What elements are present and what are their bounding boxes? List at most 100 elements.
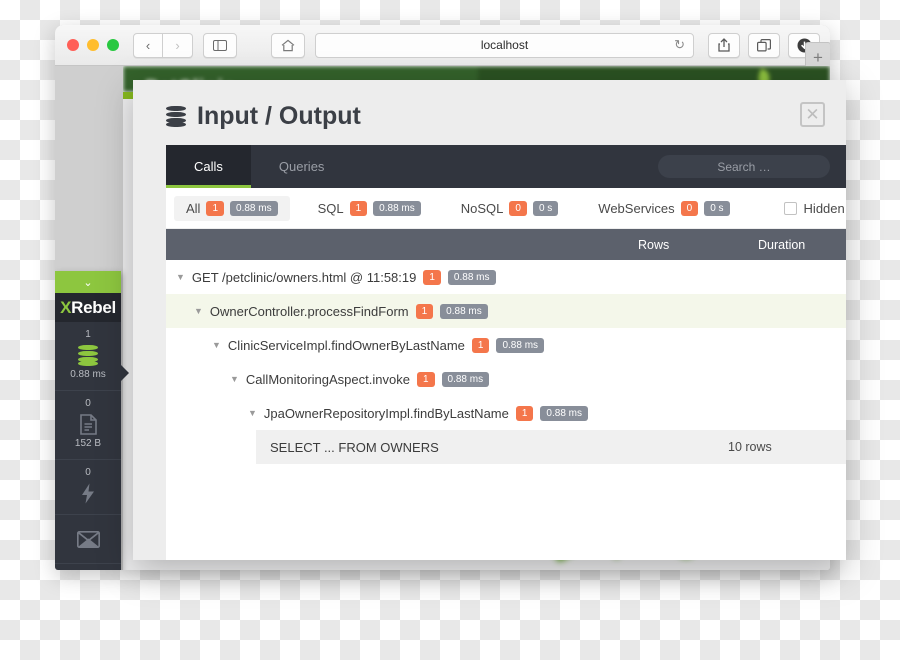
chevron-down-icon[interactable]: ▼: [248, 409, 257, 418]
reload-button[interactable]: ↻: [674, 37, 685, 53]
filter-webservices[interactable]: WebServices 0 0 s: [586, 196, 741, 221]
window-controls: [67, 39, 119, 51]
maximize-window-button[interactable]: [107, 39, 119, 51]
filter-bar: All 1 0.88 ms SQL 1 0.88 ms NoSQL 0 0 s …: [166, 188, 846, 229]
table-header: Rows Duration: [166, 229, 846, 260]
dialog-title-bar: Input / Output: [133, 80, 846, 145]
table-row[interactable]: ▼ ClinicServiceImpl.findOwnerByLastName …: [166, 328, 846, 362]
close-window-button[interactable]: [67, 39, 79, 51]
url-text: localhost: [481, 38, 528, 52]
column-header-rows: Rows: [638, 238, 669, 252]
tree-node-count: 1: [472, 338, 490, 353]
tree-node-duration: 0.88 ms: [442, 372, 490, 387]
chevron-down-icon[interactable]: ▼: [194, 307, 203, 316]
xrebel-active-pointer: [120, 364, 129, 382]
hidden-items-toggle[interactable]: Hidden items 0: [784, 201, 846, 216]
hidden-items-checkbox[interactable]: [784, 202, 797, 215]
tree-node-duration: 0.88 ms: [448, 270, 496, 285]
tree-node-duration: 0.88 ms: [440, 304, 488, 319]
dialog-content: Calls Queries Search … All 1 0.88 ms SQL…: [166, 145, 846, 560]
xrebel-db-value: 0.88 ms: [55, 368, 121, 382]
tree-node-label: ClinicServiceImpl.findOwnerByLastName: [228, 338, 465, 353]
filter-sql[interactable]: SQL 1 0.88 ms: [306, 196, 433, 221]
xrebel-doc-value: 152 B: [55, 437, 121, 451]
tree-node-duration: 0.88 ms: [540, 406, 588, 421]
sql-statement-rows: 10 rows: [728, 440, 772, 454]
address-bar[interactable]: localhost ↻: [315, 33, 694, 58]
tabs-icon: [757, 39, 771, 52]
screenshot-root: ‹ › localhost ↻: [0, 0, 900, 660]
tab-queries[interactable]: Queries: [251, 145, 353, 188]
back-button[interactable]: ‹: [133, 33, 163, 58]
tree-node-label: OwnerController.processFindForm: [210, 304, 409, 319]
xrebel-metric-database[interactable]: 1 0.88 ms: [55, 322, 121, 391]
share-icon: [718, 38, 730, 52]
xrebel-logo-rebel: Rebel: [71, 298, 116, 318]
close-dialog-button[interactable]: ✕: [800, 102, 825, 127]
database-icon: [166, 106, 186, 127]
table-row[interactable]: ▼ CallMonitoringAspect.invoke 1 0.88 ms: [166, 362, 846, 396]
xrebel-metric-document[interactable]: 0 152 B: [55, 391, 121, 460]
table-row[interactable]: SELECT ... FROM OWNERS 10 rows 0: [166, 430, 846, 464]
toolbar-actions: [708, 33, 820, 58]
xrebel-logo: XRebel: [55, 293, 121, 322]
table-row[interactable]: ▼ OwnerController.processFindForm 1 0.88…: [166, 294, 846, 328]
home-button[interactable]: [271, 33, 305, 58]
filter-sql-count: 1: [350, 201, 368, 216]
search-input[interactable]: Search …: [658, 155, 830, 178]
tree-node-count: 1: [423, 270, 441, 285]
browser-titlebar: ‹ › localhost ↻: [55, 25, 830, 66]
xrebel-settings-button[interactable]: [55, 564, 121, 570]
tab-calls[interactable]: Calls: [166, 145, 251, 188]
filter-nosql-label: NoSQL: [461, 201, 504, 216]
filter-all-count: 1: [206, 201, 224, 216]
filter-sql-label: SQL: [318, 201, 344, 216]
navigation-buttons: ‹ ›: [133, 33, 193, 58]
column-header-duration: Duration: [758, 238, 805, 252]
sql-statement-row[interactable]: SELECT ... FROM OWNERS 10 rows 0: [256, 430, 846, 464]
input-output-dialog: Input / Output ✕ Calls Queries Search … …: [133, 80, 846, 560]
tree-node-duration: 0.88 ms: [496, 338, 544, 353]
xrebel-db-count: 1: [55, 328, 121, 342]
chevron-down-icon[interactable]: ▼: [176, 273, 185, 282]
chevron-down-icon[interactable]: ▼: [212, 341, 221, 350]
minimize-window-button[interactable]: [87, 39, 99, 51]
envelope-icon: [77, 531, 100, 548]
forward-button[interactable]: ›: [163, 33, 193, 58]
filter-nosql[interactable]: NoSQL 0 0 s: [449, 196, 571, 221]
tree-node-label: CallMonitoringAspect.invoke: [246, 372, 410, 387]
tree-node-label: JpaOwnerRepositoryImpl.findByLastName: [264, 406, 509, 421]
tree-node-count: 1: [516, 406, 534, 421]
xrebel-panel: ⌄ XRebel 1 0.88 ms 0: [55, 271, 121, 570]
filter-all-label: All: [186, 201, 200, 216]
hidden-items-label: Hidden items: [804, 201, 846, 216]
chevron-down-icon[interactable]: ▼: [230, 375, 239, 384]
xrebel-exc-count: 0: [55, 466, 121, 480]
xrebel-metric-exceptions[interactable]: 0: [55, 460, 121, 515]
dialog-footer: [166, 498, 846, 560]
table-row[interactable]: ▼ JpaOwnerRepositoryImpl.findByLastName …: [166, 396, 846, 430]
tree-node-count: 1: [417, 372, 435, 387]
filter-all[interactable]: All 1 0.88 ms: [174, 196, 290, 221]
filter-nosql-duration: 0 s: [533, 201, 558, 216]
tab-overview-button[interactable]: [748, 33, 780, 58]
filter-webservices-duration: 0 s: [704, 201, 729, 216]
xrebel-logo-x: X: [60, 298, 71, 318]
tree-node-count: 1: [416, 304, 434, 319]
xrebel-mail-button[interactable]: [55, 515, 121, 564]
document-icon: [80, 414, 97, 435]
filter-webservices-label: WebServices: [598, 201, 674, 216]
xrebel-collapse-button[interactable]: ⌄: [55, 271, 121, 293]
database-icon: [55, 342, 121, 368]
share-button[interactable]: [708, 33, 740, 58]
sidebar-icon: [213, 40, 227, 51]
dialog-title: Input / Output: [197, 102, 361, 131]
sidebar-toggle-button[interactable]: [203, 33, 237, 58]
xrebel-sidebar: ⌄ XRebel 1 0.88 ms 0: [55, 66, 123, 570]
filter-all-duration: 0.88 ms: [230, 201, 278, 216]
xrebel-doc-count: 0: [55, 397, 121, 411]
table-row[interactable]: ▼ GET /petclinic/owners.html @ 11:58:19 …: [166, 260, 846, 294]
sql-statement-text: SELECT ... FROM OWNERS: [270, 440, 439, 455]
home-icon: [281, 39, 295, 52]
filter-nosql-count: 0: [509, 201, 527, 216]
